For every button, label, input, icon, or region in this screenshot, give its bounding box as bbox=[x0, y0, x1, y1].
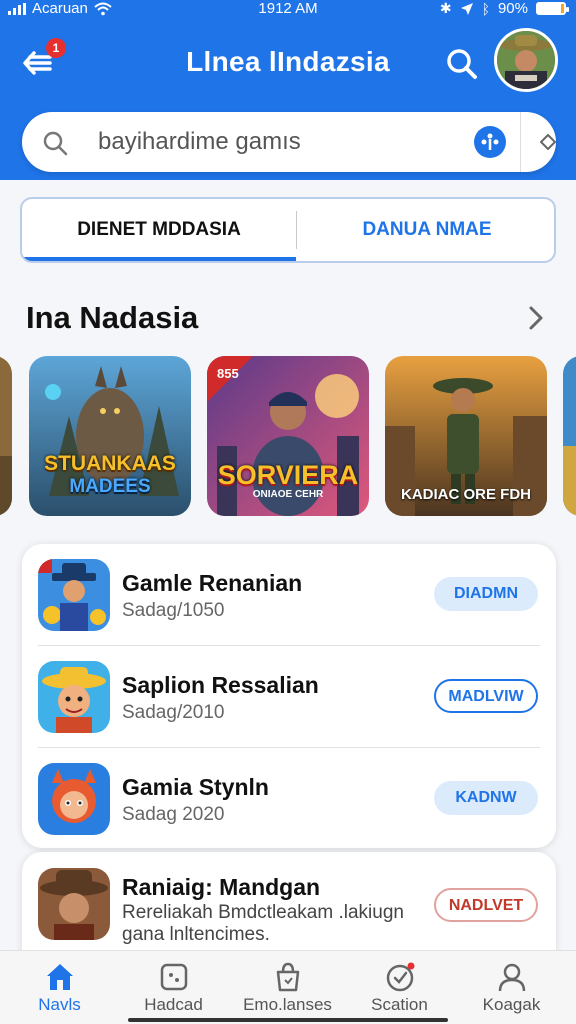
nav-label: Navls bbox=[38, 995, 81, 1014]
app-list: Gamle Renanian Sadag/1050 DIADMN Saplion… bbox=[22, 544, 556, 848]
bottom-navigation: Navls Hadcad Emo.lanses Scation Koagak bbox=[0, 950, 576, 1024]
bluetooth-icon: ✱ bbox=[439, 0, 452, 16]
list-item[interactable]: Raniaig: Mandgan Rereliakah Bmdctleakam … bbox=[22, 852, 556, 954]
list-item[interactable]: Gamle Renanian Sadag/1050 DIADMN bbox=[22, 544, 556, 646]
app-name: Raniaig: Mandgan bbox=[122, 874, 321, 900]
app-action-button[interactable]: MADLVIW bbox=[434, 679, 538, 713]
search-icon bbox=[447, 49, 477, 79]
app-icon bbox=[38, 868, 110, 940]
nav-label: Koagak bbox=[482, 995, 541, 1014]
card-badge: 855 bbox=[217, 366, 239, 381]
list-item[interactable]: Saplion Ressalian Sadag/2010 MADLVIW bbox=[22, 646, 556, 748]
app-icon bbox=[38, 763, 110, 835]
bluetooth-alt-icon: ᛒ bbox=[481, 0, 490, 17]
location-icon bbox=[460, 2, 473, 15]
person-icon bbox=[498, 963, 526, 992]
search-icon bbox=[43, 131, 68, 156]
featured-card-kadiac[interactable]: KADIAC ORE FDH bbox=[385, 356, 547, 516]
tab-separator bbox=[296, 211, 297, 249]
search-bar[interactable]: bayihardime gamıs bbox=[22, 112, 556, 172]
tab-dienet-mddasia[interactable]: DIENET MDDASIA bbox=[22, 199, 296, 261]
nav-label: Scation bbox=[371, 995, 428, 1014]
segmented-tabs: DIENET MDDASIA DANUA NMAE bbox=[20, 197, 556, 263]
nav-label: Emo.lanses bbox=[243, 995, 332, 1014]
active-tab-indicator bbox=[22, 257, 296, 261]
app-name: Gamle Renanian bbox=[122, 570, 303, 596]
card-subtitle: ONIAOE CEHR bbox=[252, 489, 324, 500]
app-meta: Sadag/2010 bbox=[122, 702, 225, 723]
nav-item-navls[interactable]: Navls bbox=[2, 951, 117, 1024]
battery-icon bbox=[536, 2, 569, 15]
microphone-icon bbox=[481, 133, 499, 150]
card-title-line2: MADEES bbox=[69, 476, 151, 497]
page-title: Llnea lIndazsia bbox=[186, 46, 390, 77]
card-title: SORVIERA bbox=[217, 460, 359, 490]
avatar[interactable] bbox=[494, 28, 558, 92]
search-input[interactable]: bayihardime gamıs bbox=[98, 128, 301, 156]
status-bar: Acaruan 1912 AM ✱ ᛒ 90% bbox=[0, 0, 576, 20]
app-name: Gamia Stynln bbox=[122, 774, 269, 800]
card-title-line1: STUANKAAS bbox=[44, 452, 176, 475]
app-action-button[interactable]: NADLVET bbox=[434, 888, 538, 922]
featured-card-partial-right[interactable] bbox=[563, 356, 576, 516]
diamond-icon[interactable] bbox=[540, 134, 556, 150]
search-divider bbox=[520, 112, 521, 172]
app-icon bbox=[38, 559, 110, 631]
nav-item-scation[interactable]: Scation bbox=[342, 951, 457, 1024]
featured-card-sorviera[interactable]: 855 SORVIERA ONIAOE CEHR bbox=[207, 356, 369, 516]
bag-icon bbox=[276, 962, 300, 992]
nav-label: Hadcad bbox=[144, 995, 203, 1014]
nav-item-emolanses[interactable]: Emo.lanses bbox=[230, 951, 345, 1024]
clock-icon bbox=[386, 962, 415, 992]
app-header: Acaruan 1912 AM ✱ ᛒ 90% 1 Llnea lIndazsi… bbox=[0, 0, 576, 180]
voice-search-button[interactable] bbox=[474, 126, 506, 158]
profile-picture-icon bbox=[497, 31, 555, 89]
app-meta: Sadag/1050 bbox=[122, 600, 225, 621]
list-item[interactable]: Gamia Stynln Sadag 2020 KADNW bbox=[22, 748, 556, 850]
featured-card-partial-left[interactable] bbox=[0, 356, 12, 516]
featured-carousel[interactable]: STUANKAAS MADEES 855 SORVIERA ONIAOE CEH… bbox=[0, 356, 576, 516]
card-title: KADIAC ORE FDH bbox=[401, 486, 531, 503]
app-name: Saplion Ressalian bbox=[122, 672, 319, 698]
section-title: Ina Nadasia bbox=[26, 300, 199, 335]
dice-icon bbox=[160, 963, 188, 991]
app-icon bbox=[38, 661, 110, 733]
featured-card-stuankaas[interactable]: STUANKAAS MADEES bbox=[29, 356, 191, 516]
app-description: Rereliakah Bmdctleakam .lakiugn gana lnl… bbox=[122, 902, 404, 945]
nav-item-koagak[interactable]: Koagak bbox=[454, 951, 569, 1024]
app-meta: Sadag 2020 bbox=[122, 804, 225, 825]
tab-danua-nmae[interactable]: DANUA NMAE bbox=[298, 199, 554, 261]
search-button[interactable] bbox=[444, 46, 480, 82]
battery-percent: 90% bbox=[497, 0, 528, 17]
app-action-button[interactable]: KADNW bbox=[434, 781, 538, 815]
chevron-right-icon[interactable] bbox=[524, 304, 548, 332]
home-icon bbox=[47, 964, 73, 990]
nav-item-hadcad[interactable]: Hadcad bbox=[116, 951, 231, 1024]
app-action-button[interactable]: DIADMN bbox=[434, 577, 538, 611]
home-indicator bbox=[128, 1018, 448, 1022]
